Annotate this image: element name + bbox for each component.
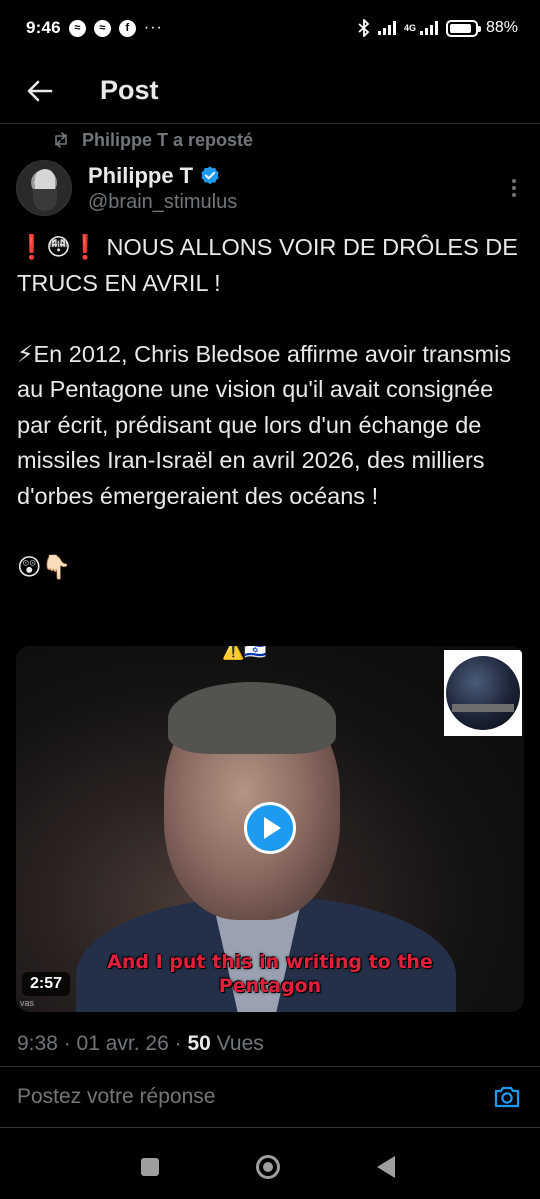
- video-watermark: vas: [20, 998, 35, 1008]
- triangle-back-icon: [377, 1156, 395, 1178]
- views-label: Vues: [216, 1032, 264, 1055]
- repost-text: Philippe T a reposté: [82, 129, 254, 150]
- author-name[interactable]: Philippe T: [88, 163, 193, 189]
- back-button[interactable]: [20, 71, 60, 111]
- page-title: Post: [100, 75, 159, 105]
- more-options-button[interactable]: [508, 179, 520, 197]
- home-button[interactable]: [248, 1147, 288, 1187]
- post-meta: 9:38 · 01 avr. 26 · 50 Vues: [17, 1032, 264, 1055]
- home-circle-icon: [256, 1155, 280, 1179]
- reply-bar: [0, 1066, 540, 1128]
- system-back-button[interactable]: [366, 1147, 406, 1187]
- more-notifications-icon: ···: [143, 19, 163, 36]
- video-subtitle: And I put this in writing to the Pentago…: [107, 951, 433, 997]
- bluetooth-icon: [358, 19, 370, 37]
- arrow-left-icon: [27, 80, 53, 101]
- network-type: 4G: [403, 23, 416, 33]
- reply-input[interactable]: [17, 1085, 457, 1109]
- post-text: ❗😳❗ NOUS ALLONS VOIR DE DRÔLES DE TRUCS …: [17, 234, 518, 580]
- video-player[interactable]: ⚠️🇮🇱 And I put this in writing to the Pe…: [16, 646, 524, 1012]
- battery-icon: [445, 19, 481, 37]
- video-duration: 2:57: [22, 972, 71, 996]
- post-date[interactable]: 01 avr. 26: [77, 1032, 169, 1055]
- post-time: 9:38: [17, 1032, 58, 1055]
- play-button[interactable]: [244, 802, 296, 854]
- messenger-icon: ≈: [93, 19, 111, 37]
- channel-logo: [444, 650, 522, 736]
- signal-icon: [419, 21, 438, 35]
- views-count: 50: [187, 1032, 211, 1055]
- repost-icon: [55, 132, 67, 148]
- signal-icon: [377, 21, 396, 35]
- avatar[interactable]: [16, 160, 72, 216]
- camera-icon[interactable]: [492, 1082, 522, 1112]
- facebook-icon: f: [118, 19, 136, 37]
- battery-percent: 88%: [485, 19, 518, 36]
- author-handle[interactable]: @brain_stimulus: [88, 191, 237, 214]
- status-time: 9:46: [26, 18, 61, 37]
- recents-button[interactable]: [130, 1147, 170, 1187]
- messenger-icon: ≈: [68, 19, 86, 37]
- repost-indicator[interactable]: Philippe T a reposté: [52, 126, 253, 154]
- status-bar: 9:46 ≈ ≈ f ··· 4G 88%: [0, 0, 540, 56]
- system-nav-bar: [0, 1136, 540, 1199]
- post-author: Philippe T @brain_stimulus: [16, 158, 524, 218]
- top-app-bar: Post: [0, 58, 540, 124]
- verified-badge-icon: [201, 165, 219, 184]
- square-icon: [141, 1158, 159, 1176]
- video-overlay-emoji: ⚠️🇮🇱: [222, 646, 267, 660]
